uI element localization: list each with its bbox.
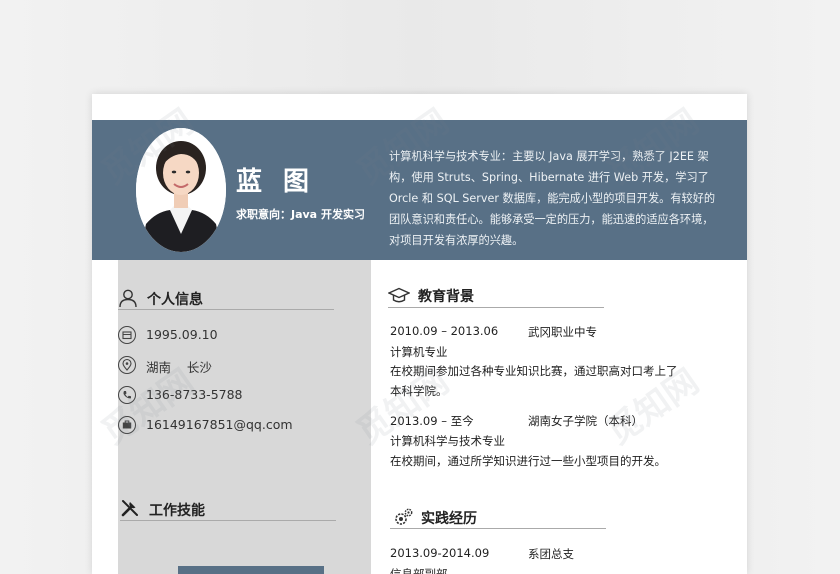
candidate-name: 蓝 图 bbox=[236, 167, 316, 197]
profile-photo bbox=[136, 128, 226, 252]
edu-major: 计算机专业 bbox=[390, 345, 448, 359]
job-intention: 求职意向：Java 开发实习 bbox=[236, 208, 365, 221]
section-title-education: 教育背景 bbox=[418, 289, 474, 305]
section-title-practice: 实践经历 bbox=[421, 511, 477, 527]
edu-school: 湖南女子学院（本科） bbox=[528, 414, 643, 428]
section-divider bbox=[388, 307, 604, 308]
email-address: 16149167851@qq.com bbox=[146, 417, 293, 432]
resume-header: 蓝 图 求职意向：Java 开发实习 计算机科学与技术专业：主要以 Java 展… bbox=[92, 120, 747, 260]
edu-period: 2010.09 – 2013.06 bbox=[390, 324, 499, 338]
edu-description: 在校期间参加过各种专业知识比赛，通过职高对口考上了 bbox=[390, 364, 678, 378]
resume-page: 蓝 图 求职意向：Java 开发实习 计算机科学与技术专业：主要以 Java 展… bbox=[92, 94, 747, 574]
graduation-cap-icon bbox=[387, 286, 411, 306]
person-icon bbox=[118, 288, 138, 308]
gears-icon bbox=[392, 507, 414, 529]
birth-date: 1995.09.10 bbox=[146, 327, 218, 342]
edu-description: 本科学院。 bbox=[390, 384, 448, 398]
phone-icon bbox=[118, 386, 136, 404]
phone-number: 136-8733-5788 bbox=[146, 387, 243, 402]
section-divider bbox=[120, 520, 336, 521]
section-title-personal: 个人信息 bbox=[147, 292, 203, 308]
location-pin-icon bbox=[118, 356, 136, 374]
tools-icon bbox=[120, 498, 140, 518]
edu-school: 武冈职业中专 bbox=[528, 325, 597, 339]
edu-description: 在校期间，通过所学知识进行过一些小型项目的开发。 bbox=[390, 454, 666, 468]
briefcase-icon bbox=[118, 416, 136, 434]
edu-period: 2013.09 – 至今 bbox=[390, 414, 474, 428]
calendar-icon bbox=[118, 326, 136, 344]
practice-dept: 信息部副部 bbox=[390, 567, 448, 574]
section-title-skills: 工作技能 bbox=[149, 503, 205, 519]
practice-org: 系团总支 bbox=[528, 547, 574, 561]
self-summary: 计算机科学与技术专业：主要以 Java 展开学习，熟悉了 J2EE 架构，使用 … bbox=[389, 150, 716, 247]
section-divider bbox=[390, 528, 606, 529]
section-divider bbox=[118, 309, 334, 310]
edu-major: 计算机科学与技术专业 bbox=[390, 434, 505, 448]
skill-bar bbox=[178, 566, 324, 574]
practice-period: 2013.09-2014.09 bbox=[390, 546, 490, 560]
location: 湖南 长沙 bbox=[146, 360, 212, 375]
